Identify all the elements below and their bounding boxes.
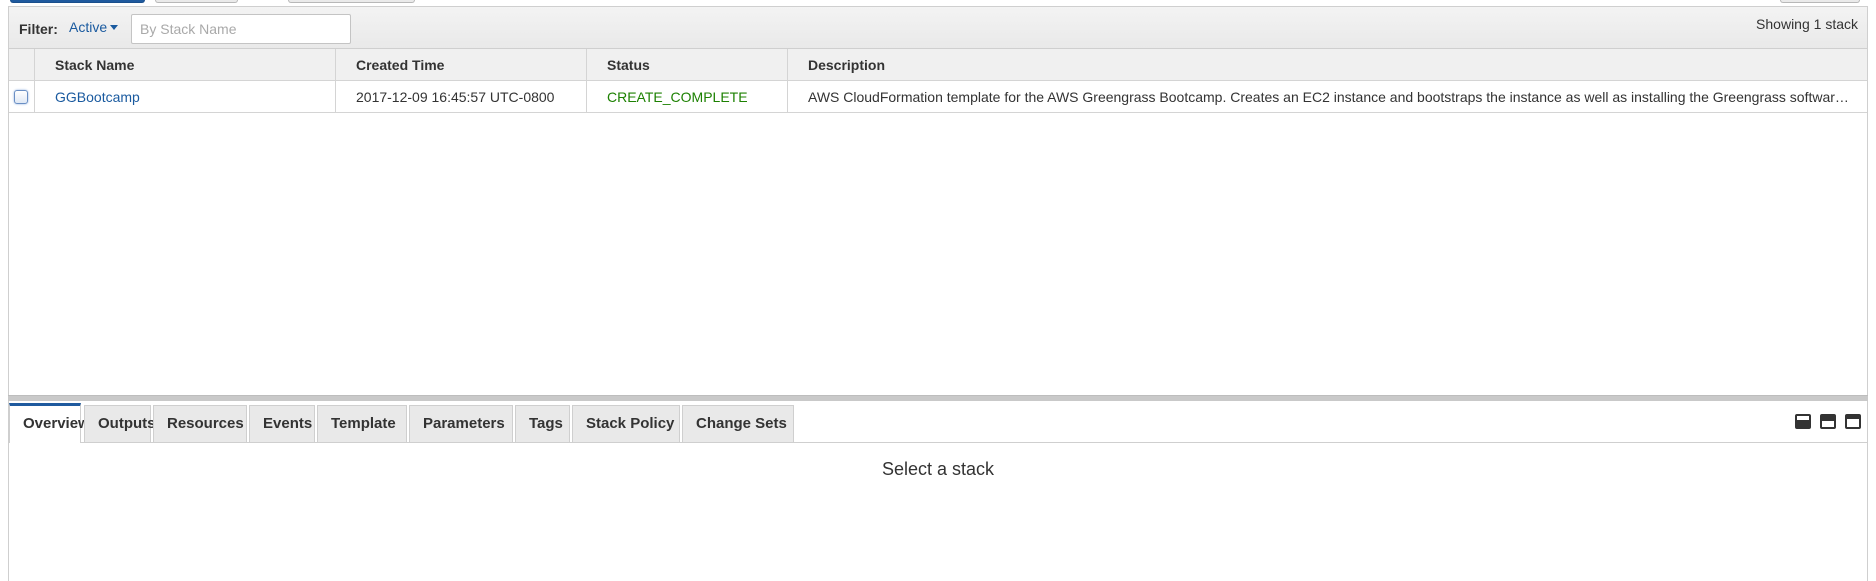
table-row[interactable]: GGBootcamp 2017-12-09 16:45:57 UTC-0800 … <box>9 81 1868 113</box>
table-header: Stack Name Created Time Status Descripti… <box>9 49 1867 81</box>
row-select-cell <box>9 81 34 113</box>
tab-tags[interactable]: Tags <box>515 405 570 442</box>
column-header-created-time[interactable]: Created Time <box>335 49 586 81</box>
select-stack-message: Select a stack <box>881 459 995 479</box>
header-select-column <box>9 49 34 81</box>
filter-status-value: Active <box>69 19 108 35</box>
layout-split-icon[interactable] <box>1820 414 1837 429</box>
created-time-cell: 2017-12-09 16:45:57 UTC-0800 <box>335 81 586 113</box>
stack-name-cell: GGBootcamp <box>34 81 335 113</box>
detail-tab-bar: Overview Outputs Resources Events Templa… <box>9 401 1867 443</box>
create-stack-button-fragment[interactable] <box>10 0 145 3</box>
tab-stack-policy[interactable]: Stack Policy <box>572 405 680 442</box>
status-cell: CREATE_COMPLETE <box>586 81 787 113</box>
filter-status-dropdown[interactable]: Active <box>69 19 119 35</box>
layout-bottom-icon[interactable] <box>1795 414 1812 429</box>
stack-detail-panel: Overview Outputs Resources Events Templa… <box>8 401 1868 581</box>
column-header-description[interactable]: Description <box>787 49 1868 81</box>
tab-resources[interactable]: Resources <box>153 405 247 442</box>
stacks-panel: Filter: Active Showing 1 stack Stack Nam… <box>8 6 1868 396</box>
stack-name-link[interactable]: GGBootcamp <box>55 89 140 105</box>
stack-name-search-input[interactable] <box>131 14 351 44</box>
showing-count: Showing 1 stack <box>1756 16 1858 32</box>
description-cell: AWS CloudFormation template for the AWS … <box>787 81 1868 113</box>
tab-events[interactable]: Events <box>249 405 315 442</box>
tab-outputs[interactable]: Outputs <box>84 405 156 442</box>
tab-overview[interactable]: Overview <box>9 403 90 443</box>
design-template-button-fragment[interactable] <box>288 0 415 3</box>
column-header-stack-name[interactable]: Stack Name <box>34 49 335 81</box>
caret-down-icon <box>110 25 119 30</box>
column-header-status[interactable]: Status <box>586 49 787 81</box>
tab-template[interactable]: Template <box>317 405 407 442</box>
layout-top-icon[interactable] <box>1845 414 1861 429</box>
tab-change-sets[interactable]: Change Sets <box>682 405 794 442</box>
row-checkbox[interactable] <box>14 90 28 104</box>
tab-parameters[interactable]: Parameters <box>409 405 513 442</box>
filter-bar: Filter: Active Showing 1 stack <box>9 7 1867 49</box>
layout-controls <box>1790 414 1861 432</box>
refresh-button-fragment[interactable] <box>1780 0 1860 3</box>
filter-label: Filter: <box>19 21 58 37</box>
actions-button-fragment[interactable] <box>155 0 238 3</box>
